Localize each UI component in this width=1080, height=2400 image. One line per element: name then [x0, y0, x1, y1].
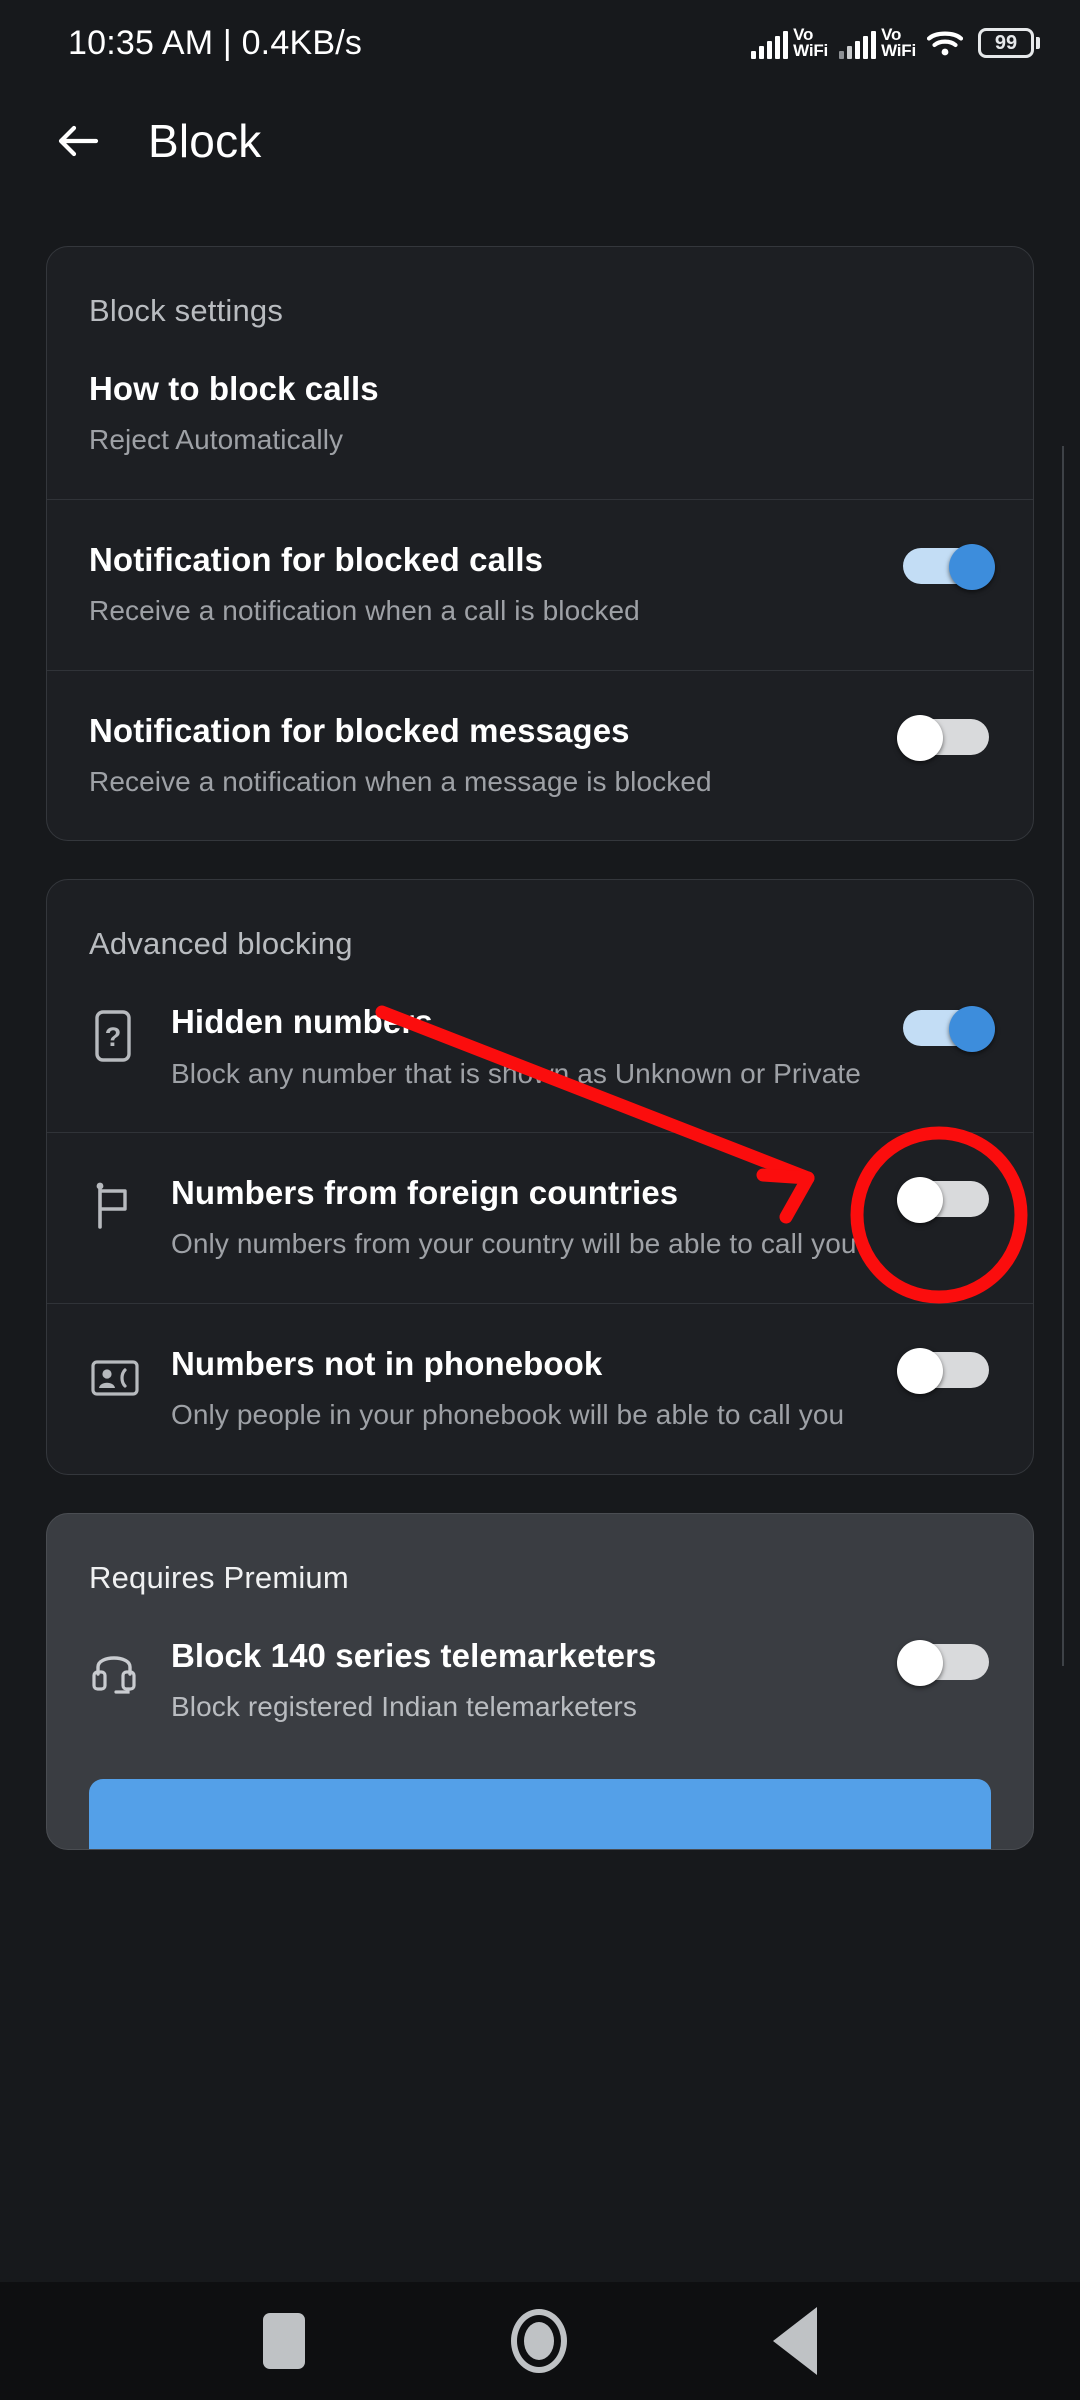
toggle-foreign-countries[interactable]: [897, 1177, 995, 1224]
sim1-wifi-text: WiFi: [793, 41, 829, 60]
flag-icon: [89, 1173, 145, 1240]
svg-text:?: ?: [105, 1022, 122, 1052]
toggle-thumb: [949, 1006, 995, 1053]
row-hidden-numbers[interactable]: ? Hidden numbers Block any number that i…: [47, 962, 1033, 1132]
row-foreign-countries[interactable]: Numbers from foreign countries Only numb…: [47, 1132, 1033, 1303]
row-how-to-block-calls[interactable]: How to block calls Reject Automatically: [47, 329, 1033, 499]
row-notification-blocked-messages-subtitle: Receive a notification when a message is…: [89, 765, 712, 797]
status-bar: 10:35 AM | 0.4KB/s Vo WiFi Vo WiFi 99: [0, 0, 1080, 86]
toggle-notification-blocked-calls[interactable]: [897, 543, 995, 590]
card-block-settings: Block settings How to block calls Reject…: [46, 246, 1034, 842]
headset-icon: [89, 1636, 145, 1703]
row-hidden-numbers-title: Hidden numbers: [171, 1003, 433, 1041]
toggle-thumb: [897, 1177, 943, 1224]
row-notification-blocked-calls-subtitle: Receive a notification when a call is bl…: [89, 595, 640, 627]
card-requires-premium: Requires Premium Block 140 series telema…: [46, 1512, 1034, 1851]
toggle-notification-blocked-messages[interactable]: [897, 714, 995, 761]
row-notification-blocked-messages-title: Notification for blocked messages: [89, 711, 630, 749]
sim2-volte-wifi-label: Vo WiFi: [881, 26, 916, 60]
row-notification-blocked-messages[interactable]: Notification for blocked messages Receiv…: [47, 669, 1033, 841]
premium-upgrade-button[interactable]: [89, 1779, 991, 1850]
sim2-signal-group: Vo WiFi: [839, 26, 916, 60]
row-block-140-series-title: Block 140 series telemarketers: [171, 1636, 657, 1674]
row-block-140-series-text: Block 140 series telemarketers Block reg…: [171, 1636, 877, 1726]
row-block-140-series-subtitle: Block registered Indian telemarketers: [171, 1690, 637, 1722]
toggle-not-in-phonebook[interactable]: [897, 1347, 995, 1394]
battery-icon: 99: [978, 28, 1040, 58]
row-notification-blocked-calls-text: Notification for blocked calls Receive a…: [89, 540, 877, 630]
page-title: Block: [148, 115, 262, 167]
row-how-to-block-calls-text: How to block calls Reject Automatically: [89, 369, 995, 459]
phone-screen: 10:35 AM | 0.4KB/s Vo WiFi Vo WiFi 99 Bl…: [0, 0, 1080, 2400]
row-block-140-series[interactable]: Block 140 series telemarketers Block reg…: [47, 1596, 1033, 1766]
status-time-and-network-speed: 10:35 AM | 0.4KB/s: [68, 23, 363, 62]
recents-square-icon[interactable]: [263, 2313, 305, 2369]
row-foreign-countries-title: Numbers from foreign countries: [171, 1174, 679, 1212]
row-not-in-phonebook-title: Numbers not in phonebook: [171, 1344, 603, 1382]
settings-scroll-area[interactable]: Block settings How to block calls Reject…: [0, 196, 1080, 2282]
card-advanced-blocking: Advanced blocking ? Hidden numbers Block…: [46, 879, 1034, 1475]
app-bar: Block: [0, 86, 1080, 196]
battery-level-text: 99: [978, 28, 1034, 58]
row-not-in-phonebook-subtitle: Only people in your phonebook will be ab…: [171, 1399, 845, 1431]
card-advanced-blocking-title: Advanced blocking: [89, 926, 353, 962]
sim1-signal-group: Vo WiFi: [751, 26, 829, 60]
card-block-settings-title: Block settings: [89, 293, 284, 328]
back-arrow-icon[interactable]: [52, 115, 104, 167]
contact-card-phone-icon: [89, 1344, 145, 1411]
row-not-in-phonebook[interactable]: Numbers not in phonebook Only people in …: [47, 1302, 1033, 1474]
sim2-signal-bars-icon: [839, 31, 877, 59]
toggle-thumb: [897, 1639, 943, 1686]
row-hidden-numbers-subtitle: Block any number that is shown as Unknow…: [171, 1057, 861, 1089]
system-navigation-bar: [0, 2282, 1080, 2400]
row-how-to-block-calls-value: Reject Automatically: [89, 424, 344, 456]
card-requires-premium-title: Requires Premium: [89, 1559, 349, 1595]
row-foreign-countries-subtitle: Only numbers from your country will be a…: [171, 1228, 857, 1260]
row-foreign-countries-text: Numbers from foreign countries Only numb…: [171, 1173, 877, 1263]
wifi-icon: [926, 29, 964, 57]
row-not-in-phonebook-text: Numbers not in phonebook Only people in …: [171, 1344, 877, 1434]
toggle-hidden-numbers[interactable]: [897, 1006, 995, 1053]
row-notification-blocked-messages-text: Notification for blocked messages Receiv…: [89, 711, 877, 801]
row-how-to-block-calls-title: How to block calls: [89, 370, 379, 407]
phone-question-icon: ?: [89, 1002, 145, 1069]
back-triangle-icon[interactable]: [773, 2307, 817, 2375]
home-circle-icon[interactable]: [511, 2309, 567, 2373]
toggle-thumb: [897, 714, 943, 761]
sim1-signal-bars-icon: [751, 31, 789, 59]
sim1-volte-wifi-label: Vo WiFi: [793, 26, 829, 60]
toggle-thumb: [897, 1347, 943, 1394]
row-notification-blocked-calls[interactable]: Notification for blocked calls Receive a…: [47, 498, 1033, 670]
status-icons: Vo WiFi Vo WiFi 99: [751, 26, 1040, 60]
toggle-block-140-series[interactable]: [897, 1639, 995, 1686]
sim2-wifi-text: WiFi: [881, 41, 916, 60]
toggle-thumb: [949, 543, 995, 590]
row-notification-blocked-calls-title: Notification for blocked calls: [89, 540, 544, 578]
scrollbar[interactable]: [1062, 446, 1064, 1666]
row-hidden-numbers-text: Hidden numbers Block any number that is …: [171, 1002, 877, 1092]
battery-cap: [1036, 37, 1040, 49]
